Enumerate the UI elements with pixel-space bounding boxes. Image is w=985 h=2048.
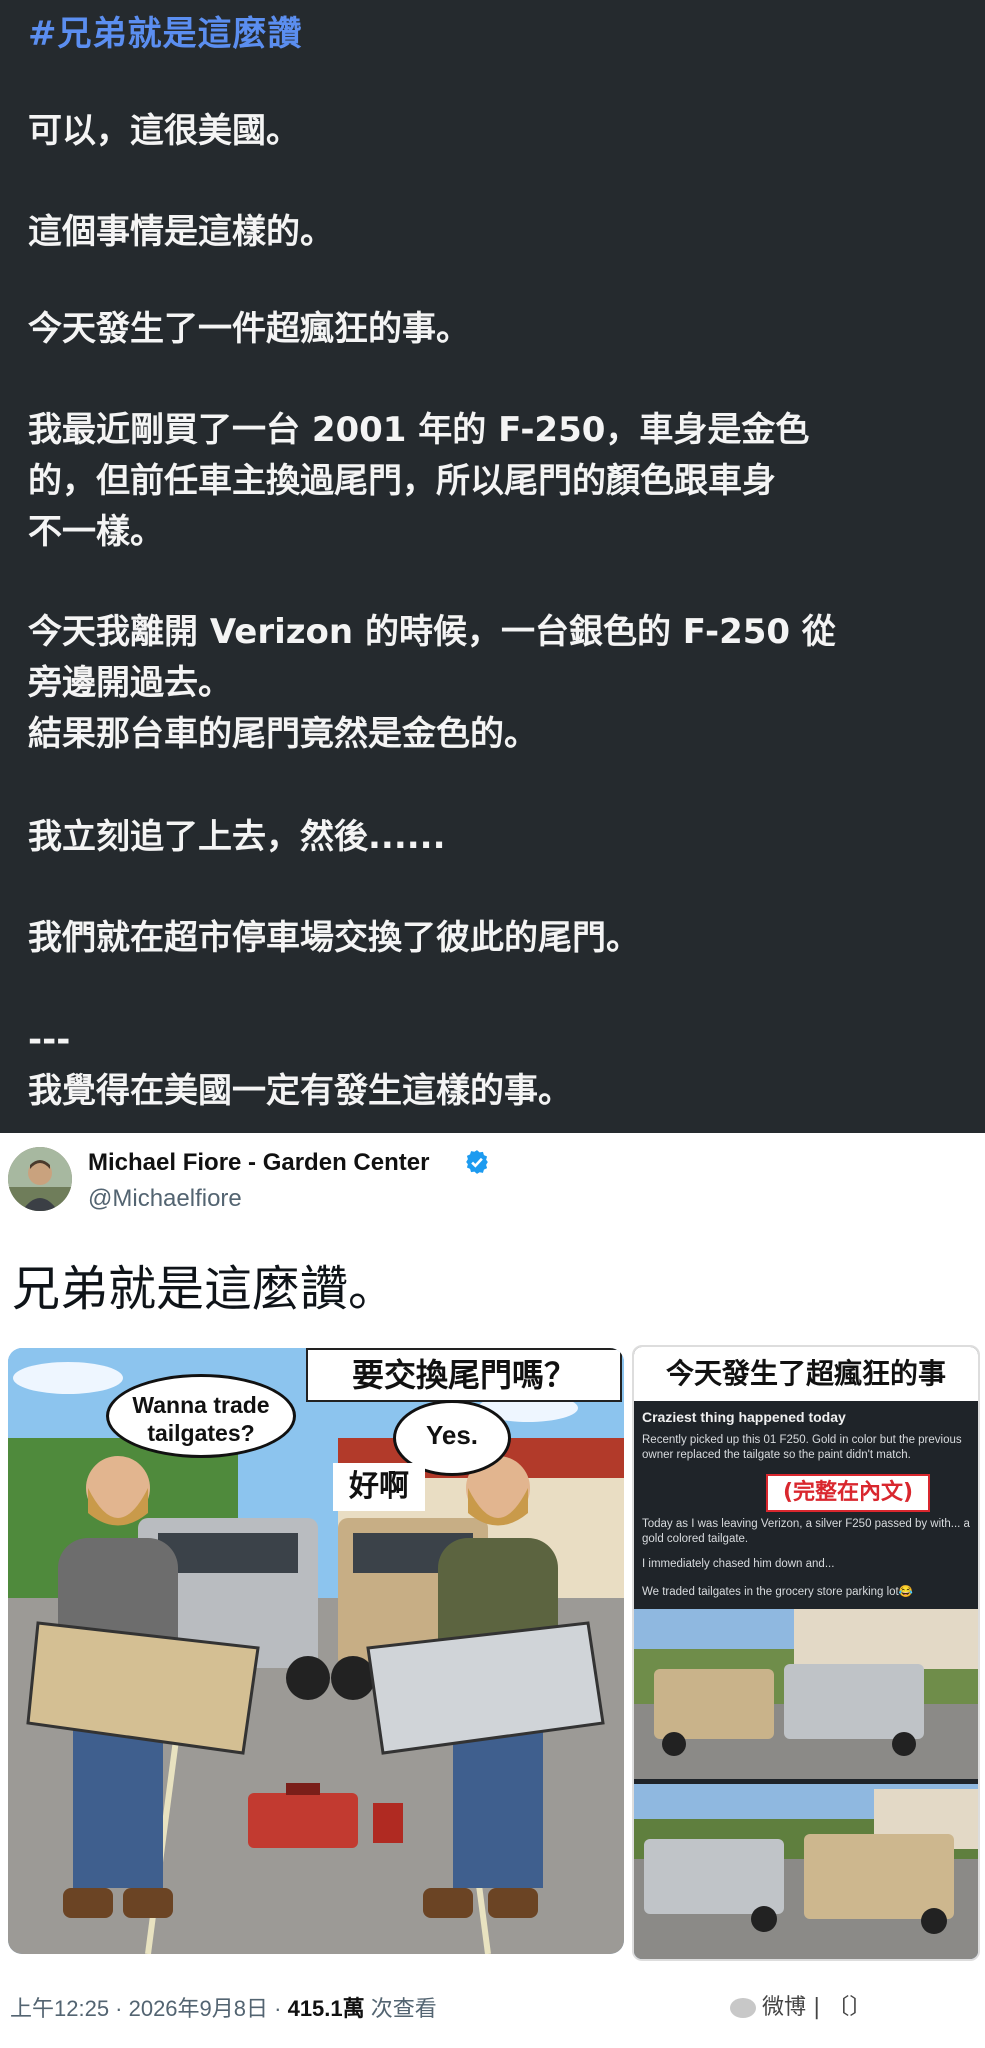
collage-line-3: I immediately chased him down and... xyxy=(642,1558,835,1570)
watermark: 微博 | 〔〕 xyxy=(730,1989,871,2021)
post-paragraph: 今天我離開 Verizon 的時候，一台銀色的 F-250 從 旁邊開過去。 結… xyxy=(28,612,836,754)
post-paragraph: 可以，這很美國。 xyxy=(28,111,300,151)
embedded-tweet: Michael Fiore - Garden Center @Michaelfi… xyxy=(0,1133,985,2048)
tweet-text: 兄弟就是這麼讚。 xyxy=(12,1261,397,1317)
hashtag-link[interactable]: #兄弟就是這麼讚 xyxy=(28,6,303,55)
truck-photos xyxy=(634,1609,978,1959)
post-paragraph: 今天發生了一件超瘋狂的事。 xyxy=(28,309,470,349)
author-handle[interactable]: @Michaelfiore xyxy=(88,1185,242,1213)
verified-badge-icon xyxy=(466,1150,488,1174)
cartoon-illustration xyxy=(8,1348,624,1954)
post-body: #兄弟就是這麼讚 可以，這很美國。 這個事情是這樣的。 今天發生了一件超瘋狂的事… xyxy=(0,0,985,1133)
caption-mid: 好啊 xyxy=(333,1463,425,1511)
avatar[interactable] xyxy=(8,1147,72,1211)
collage-title: Craziest thing happened today xyxy=(642,1409,846,1425)
caption-top: 要交換尾門嗎？ xyxy=(306,1348,622,1402)
post-paragraph: 我立刻追了上去，然後...... xyxy=(28,817,446,857)
post-paragraph: --- 我覺得在美國一定有發生這樣的事。 xyxy=(28,1020,572,1111)
view-count: 415.1萬 xyxy=(287,1996,365,2021)
post-paragraph: 這個事情是這樣的。 xyxy=(28,212,334,252)
collage-line-1: Recently picked up this 01 F250. Gold in… xyxy=(642,1434,962,1461)
tailgate-cartoon-image[interactable]: 要交換尾門嗎？ Wanna trade tailgates? Yes. 好啊 xyxy=(8,1348,624,1954)
collage-stamp: (完整在內文) xyxy=(766,1474,930,1512)
view-count-label: 次查看 xyxy=(364,1996,437,2021)
tweet-meta: 上午12:25 · 2026年9月8日 · 415.1萬 次查看 xyxy=(10,1991,437,2023)
weibo-logo-icon xyxy=(730,1998,756,2018)
post-paragraph: 我們就在超市停車場交換了彼此的尾門。 xyxy=(28,918,640,958)
story-collage-image[interactable]: 今天發生了超瘋狂的事 Craziest thing happened today… xyxy=(632,1345,980,1961)
collage-header: 今天發生了超瘋狂的事 xyxy=(634,1347,978,1401)
author-name[interactable]: Michael Fiore - Garden Center xyxy=(88,1149,429,1177)
collage-line-4: We traded tailgates in the grocery store… xyxy=(642,1586,914,1598)
tweet-timestamp[interactable]: 上午12:25 · 2026年9月8日 · xyxy=(10,1996,288,2021)
speech-bubble-left: Wanna trade tailgates? xyxy=(106,1374,296,1458)
post-paragraph: 我最近剛買了一台 2001 年的 F-250，車身是金色 的，但前任車主換過尾門… xyxy=(28,410,810,552)
collage-line-2: Today as I was leaving Verizon, a silver… xyxy=(642,1518,970,1545)
